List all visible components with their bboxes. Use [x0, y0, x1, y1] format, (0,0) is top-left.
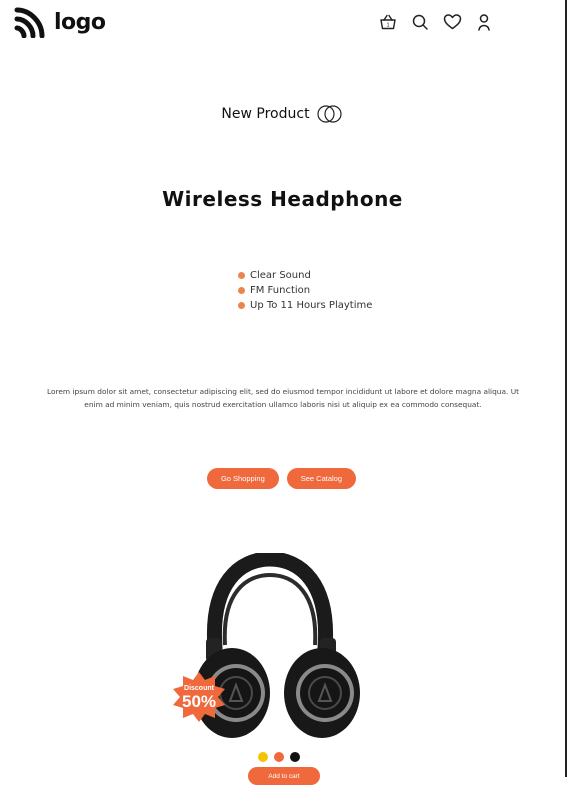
new-product-eyebrow: New Product — [0, 104, 565, 124]
badge-value: 50% — [181, 691, 217, 711]
bullet-dot — [238, 302, 245, 309]
discount-badge: Discount 50% — [172, 672, 226, 722]
product-description: Lorem ipsum dolor sit amet, consectetur … — [46, 387, 520, 410]
list-item: Up To 11 Hours Playtime — [238, 298, 372, 313]
eyebrow-text: New Product — [221, 106, 310, 122]
cta-group: Go Shopping See Catalog — [0, 468, 564, 489]
color-swatch-orange[interactable] — [274, 752, 284, 762]
site-header: logo 1 — [0, 0, 565, 44]
bullet-dot — [238, 287, 245, 294]
color-swatch-black[interactable] — [290, 752, 300, 762]
rss-logo-icon — [14, 7, 45, 38]
color-swatches — [258, 752, 300, 762]
bullet-dot — [238, 272, 245, 279]
add-to-cart-button[interactable]: Add to cart — [248, 767, 320, 785]
rings-icon — [316, 105, 342, 123]
header-actions: 1 — [378, 12, 494, 32]
feature-label: Up To 11 Hours Playtime — [250, 300, 373, 311]
feature-label: Clear Sound — [250, 270, 311, 281]
search-icon[interactable] — [410, 12, 430, 32]
list-item: FM Function — [238, 283, 372, 298]
cart-count: 1 — [386, 23, 389, 29]
badge-text: Discount 50% — [172, 672, 226, 722]
go-shopping-button[interactable]: Go Shopping — [206, 468, 279, 489]
feature-list: Clear Sound FM Function Up To 11 Hours P… — [238, 268, 372, 313]
logo[interactable]: logo — [14, 6, 106, 38]
page-title: Wireless Headphone — [162, 187, 403, 212]
user-icon[interactable] — [474, 12, 494, 32]
basket-icon[interactable]: 1 — [378, 12, 398, 32]
color-swatch-yellow[interactable] — [258, 752, 268, 762]
heart-icon[interactable] — [442, 12, 462, 32]
list-item: Clear Sound — [238, 268, 372, 283]
see-catalog-button[interactable]: See Catalog — [286, 468, 357, 489]
feature-label: FM Function — [250, 285, 311, 296]
logo-text: logo — [54, 9, 106, 35]
